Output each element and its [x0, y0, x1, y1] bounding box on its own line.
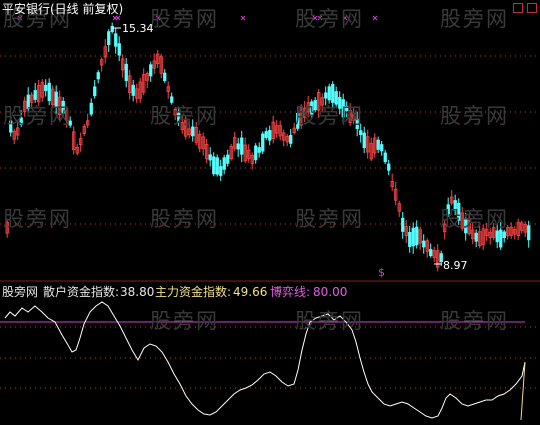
candle-body [149, 64, 153, 77]
candle-body [33, 90, 37, 100]
candle-body [124, 63, 128, 82]
watermark: 股旁网 [440, 7, 509, 31]
candle-body [268, 130, 272, 141]
candle-body [219, 166, 223, 176]
watermark: 股旁网 [440, 104, 509, 128]
close-button[interactable] [527, 3, 537, 13]
candle-body [411, 227, 415, 247]
candle-body [96, 72, 100, 80]
chart-title: 平安银行(日线 前复权) [2, 2, 124, 16]
candle-body [110, 25, 114, 32]
watermark: 股旁网 [150, 7, 219, 31]
candle-body [415, 226, 419, 246]
candle-body [222, 157, 226, 170]
candle-body [208, 154, 212, 161]
retail-index-value: 38.80 [120, 285, 155, 299]
candle-body [47, 82, 51, 102]
candle-body [264, 131, 268, 138]
candle-body [527, 225, 531, 241]
candle-body [44, 84, 48, 92]
watermark: 股旁网 [150, 104, 219, 128]
candle-body [93, 86, 97, 97]
candle-body [226, 154, 230, 164]
restore-button[interactable] [513, 3, 523, 13]
candle-body [401, 217, 405, 232]
main-index-value: 49.66 [233, 285, 268, 299]
candle-body [163, 72, 167, 81]
candle-body [131, 84, 135, 96]
candle-body [362, 132, 366, 149]
watermark: 股旁网 [150, 309, 219, 333]
watermark: 股旁网 [295, 309, 364, 333]
game-line-value: 80.00 [313, 285, 348, 299]
watermark: 股旁网 [295, 7, 364, 31]
candle-body [89, 102, 93, 115]
watermark: 股旁网 [295, 104, 364, 128]
chart-window: 股旁网 股旁网 股旁网 股旁网 股旁网 股旁网 股旁网 股旁网 股旁网 股旁网 … [0, 0, 540, 425]
candle-body [376, 139, 380, 150]
watermark: 股旁网 [3, 207, 72, 231]
candle-body [289, 135, 293, 144]
candle-body [327, 86, 331, 101]
candle-body [359, 130, 363, 136]
candle-body [215, 157, 219, 175]
candle-body [107, 31, 111, 46]
watermark: 股旁网 [3, 104, 72, 128]
candle-body [380, 144, 384, 152]
retail-index-label: 散户资金指数: [43, 285, 120, 299]
candle-body [474, 232, 478, 242]
candle-body [422, 240, 426, 248]
candle-body [324, 92, 328, 99]
candle-body [240, 137, 244, 155]
candle-body [257, 147, 261, 153]
watermark: 股旁网 [150, 207, 219, 231]
candle-body [254, 145, 258, 161]
candle-body [383, 152, 387, 163]
candle-body [387, 163, 391, 171]
game-line-label: 博弈线: [270, 285, 311, 299]
indicator-source-label: 股旁网 [2, 285, 39, 299]
candle-body [429, 249, 433, 257]
signal-mark: $ [378, 266, 385, 279]
candle-body [236, 143, 240, 150]
signal-cross-marker [240, 15, 246, 21]
candle-body [117, 43, 121, 56]
candle-body [212, 156, 216, 175]
watermark: 股旁网 [440, 207, 509, 231]
candle-body [114, 33, 118, 47]
candle-body [261, 133, 265, 152]
watermark: 股旁网 [440, 309, 509, 333]
signal-cross-marker [372, 15, 378, 21]
price-high-label: 15.34 [122, 22, 154, 35]
watermark: 股旁网 [295, 207, 364, 231]
signal-cross-marker [115, 15, 121, 21]
candle-body [408, 231, 412, 247]
main-index-label: 主力资金指数: [155, 285, 232, 299]
price-low-label: 8.97 [443, 259, 468, 272]
